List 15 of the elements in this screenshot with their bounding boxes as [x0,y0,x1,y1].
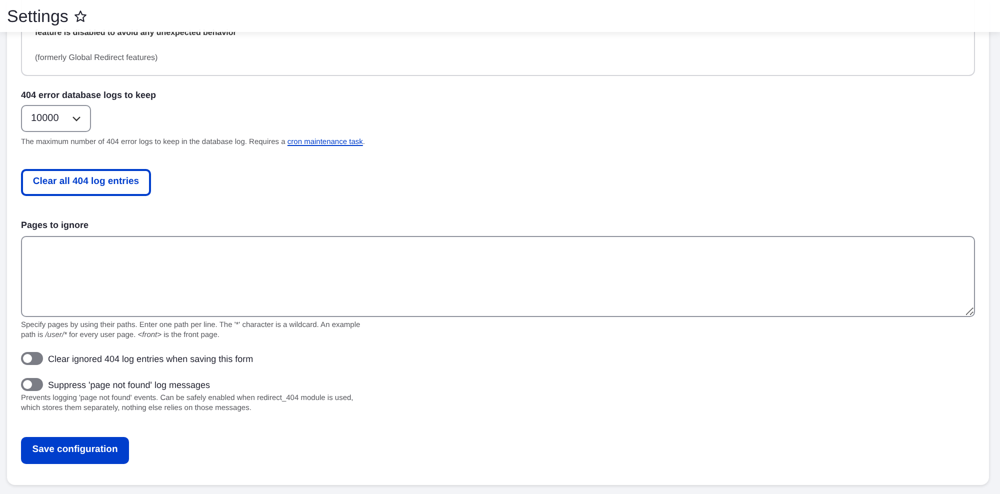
note-text: (formerly Global Redirect features) [35,52,159,64]
save-button[interactable]: Save configuration [21,437,129,464]
toggle-switch[interactable] [21,378,43,391]
star-icon[interactable] [74,10,88,22]
pages-textarea[interactable] [21,236,975,317]
toggle-label: Clear ignored 404 log entries when saving this form [48,352,254,364]
toggle-switch[interactable] [21,352,43,365]
clear-log-button[interactable]: Clear all 404 log entries [21,169,151,196]
toggle-label: Suppress 'page not found' log messages [48,378,210,390]
page-title: Settings [7,8,68,24]
logs-select[interactable]: 10000 [21,105,91,132]
field-label: 404 error database logs to keep [21,89,158,101]
field-label: Pages to ignore [21,219,90,231]
chevron-down-icon [72,116,81,122]
warning-text: feature is disabled to avoid any unexpected behavior [35,27,236,39]
